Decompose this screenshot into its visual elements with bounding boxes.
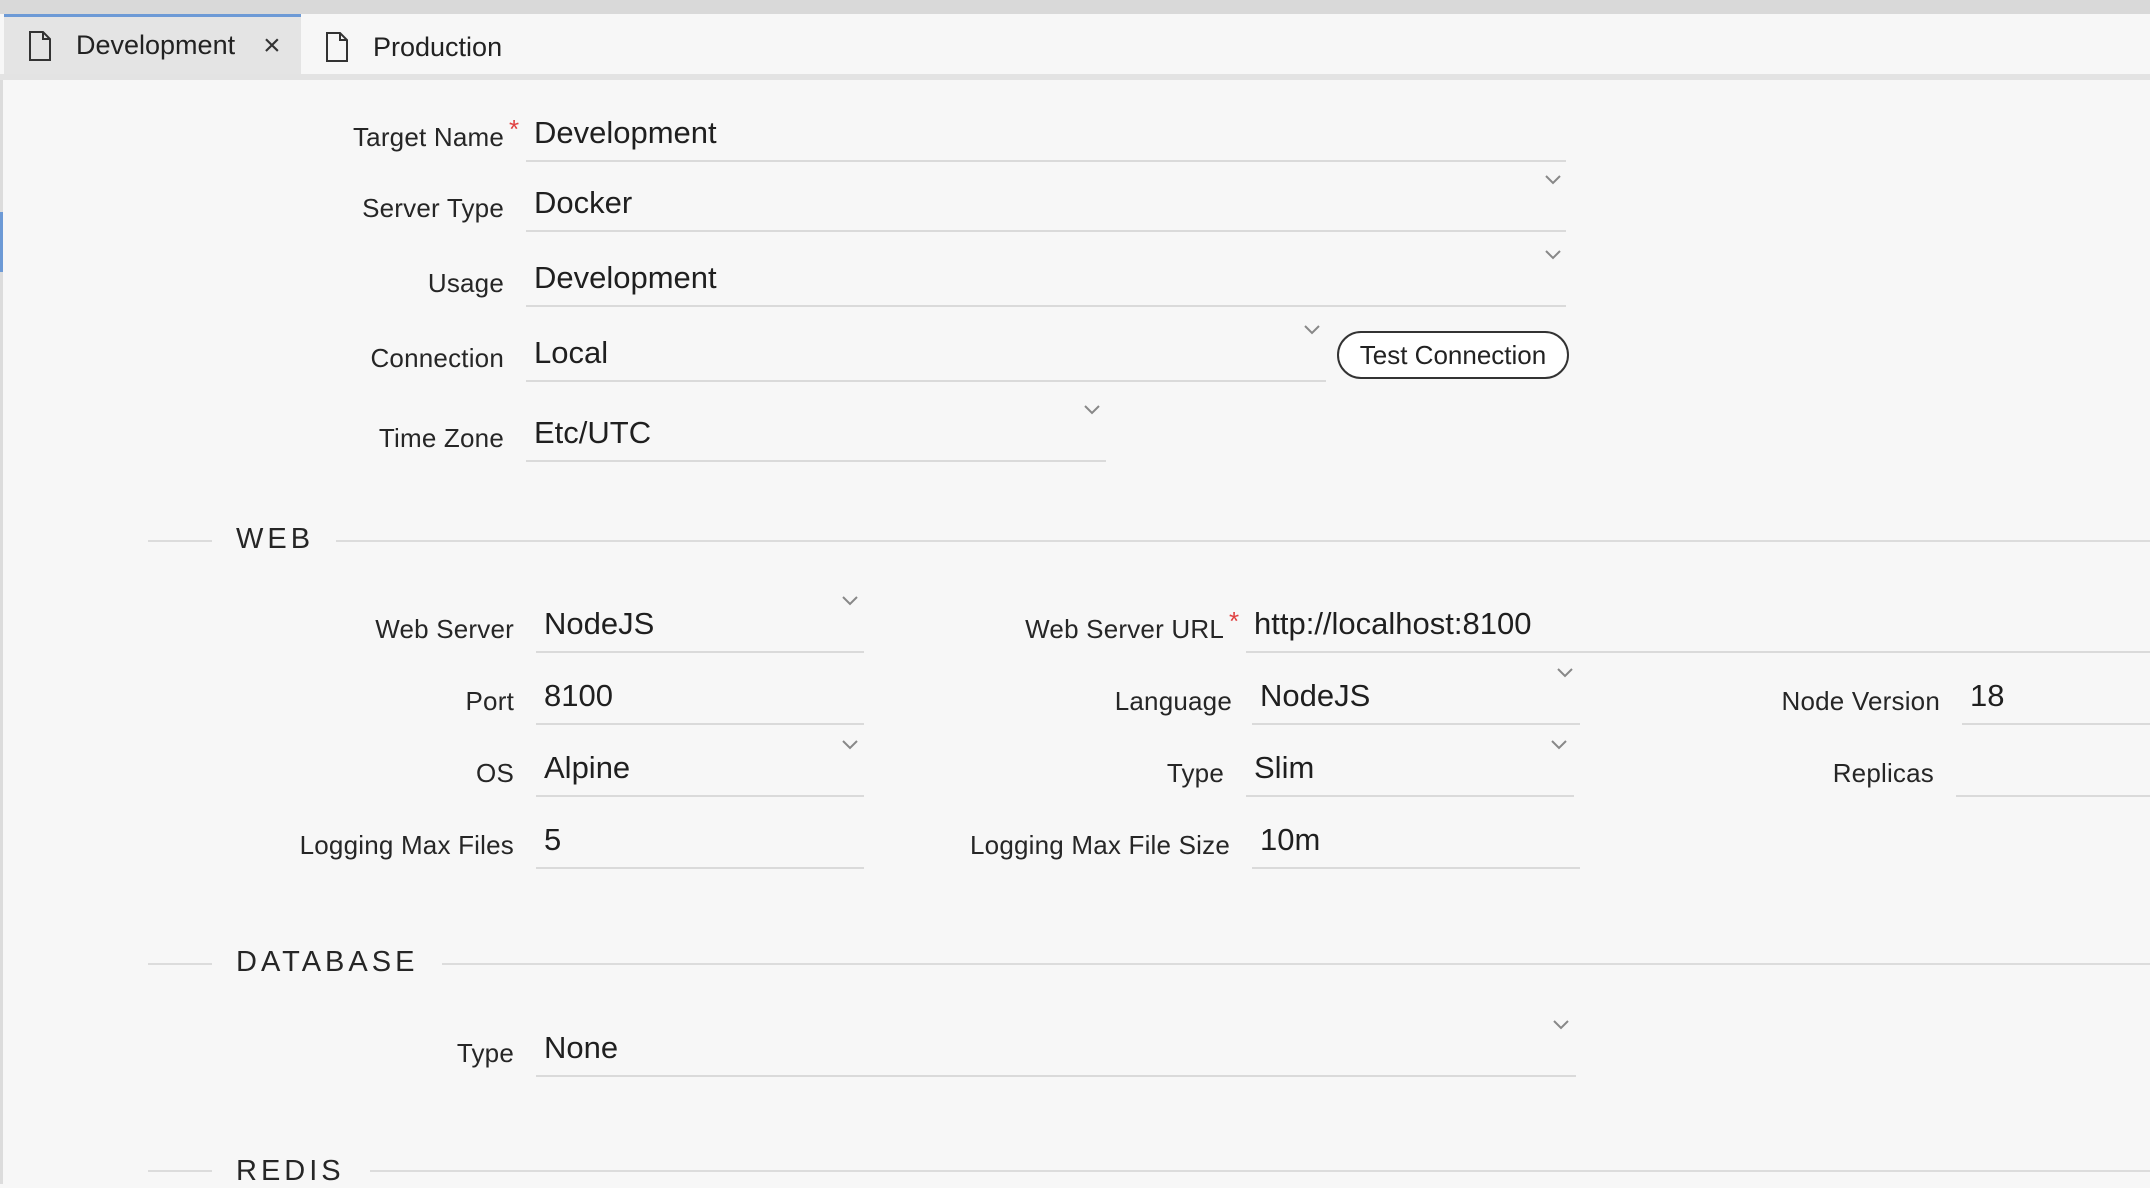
redis-section-title: REDIS <box>236 1155 345 1187</box>
logging-max-file-size-input[interactable]: 10m <box>1252 817 1580 869</box>
chevron-down-icon[interactable] <box>841 739 859 751</box>
type-select[interactable]: Slim <box>1246 745 1574 797</box>
web-server-url-label: Web Server URL <box>1025 614 1224 644</box>
database-type-select[interactable]: None <box>536 1025 1576 1077</box>
usage-select[interactable]: Development <box>526 255 1566 307</box>
usage-label: Usage <box>427 268 504 298</box>
database-section-divider-left <box>148 963 212 965</box>
redis-section-divider-left <box>148 1170 212 1172</box>
chevron-down-icon[interactable] <box>1552 1019 1570 1031</box>
chevron-down-icon[interactable] <box>1556 667 1574 679</box>
connection-select[interactable]: Local <box>526 330 1326 382</box>
required-marker: * <box>509 114 520 144</box>
required-marker: * <box>1229 606 1240 636</box>
connection-label: Connection <box>370 343 504 373</box>
web-server-label: Web Server <box>375 614 514 644</box>
server-type-select[interactable]: Docker <box>526 180 1566 232</box>
database-type-label: Type <box>456 1038 514 1068</box>
web-section-title: WEB <box>236 523 315 555</box>
replicas-label: Replicas <box>1832 758 1934 788</box>
language-label: Language <box>1114 686 1232 716</box>
chevron-down-icon[interactable] <box>1550 739 1568 751</box>
database-section-title: DATABASE <box>236 946 419 978</box>
tab-development[interactable]: Development × <box>4 14 301 74</box>
tab-development-label: Development <box>76 30 236 60</box>
document-icon <box>29 30 51 61</box>
redis-section-divider-right <box>370 1170 2150 1172</box>
chevron-down-icon[interactable] <box>1083 404 1101 416</box>
chevron-down-icon[interactable] <box>1544 174 1562 186</box>
logging-max-files-label: Logging Max Files <box>299 830 514 860</box>
document-icon <box>326 32 348 62</box>
time-zone-select[interactable]: Etc/UTC <box>526 410 1106 462</box>
chevron-down-icon[interactable] <box>1303 324 1321 336</box>
language-select[interactable]: NodeJS <box>1252 673 1580 725</box>
web-server-select[interactable]: NodeJS <box>536 601 864 653</box>
port-label: Port <box>465 686 514 716</box>
chevron-down-icon[interactable] <box>841 595 859 607</box>
tab-production[interactable]: Production <box>301 17 561 77</box>
server-type-label: Server Type <box>362 193 504 223</box>
web-section-divider-left <box>148 540 212 542</box>
node-version-input[interactable]: 18 <box>1962 673 2150 725</box>
node-version-label: Node Version <box>1781 686 1940 716</box>
chevron-down-icon[interactable] <box>1544 249 1562 261</box>
database-section-divider-right <box>442 963 2150 965</box>
window-top-strip <box>0 0 2150 14</box>
target-name-input[interactable]: Development <box>526 110 1566 162</box>
os-select[interactable]: Alpine <box>536 745 864 797</box>
logging-max-file-size-label: Logging Max File Size <box>970 830 1230 860</box>
web-section-divider-right <box>336 540 2150 542</box>
test-connection-button[interactable]: Test Connection <box>1337 331 1569 379</box>
time-zone-label: Time Zone <box>378 423 504 453</box>
target-name-label: Target Name <box>352 122 504 152</box>
tab-production-label: Production <box>373 31 503 62</box>
type-label: Type <box>1166 758 1224 788</box>
os-label: OS <box>476 758 514 788</box>
tab-bar: Development × Production <box>0 14 2150 80</box>
port-input[interactable]: 8100 <box>536 673 864 725</box>
left-focus-marker <box>0 212 3 272</box>
logging-max-files-input[interactable]: 5 <box>536 817 864 869</box>
close-icon[interactable]: × <box>263 30 281 61</box>
web-server-url-input[interactable]: http://localhost:8100 <box>1246 601 2150 653</box>
replicas-input[interactable] <box>1956 745 2150 797</box>
